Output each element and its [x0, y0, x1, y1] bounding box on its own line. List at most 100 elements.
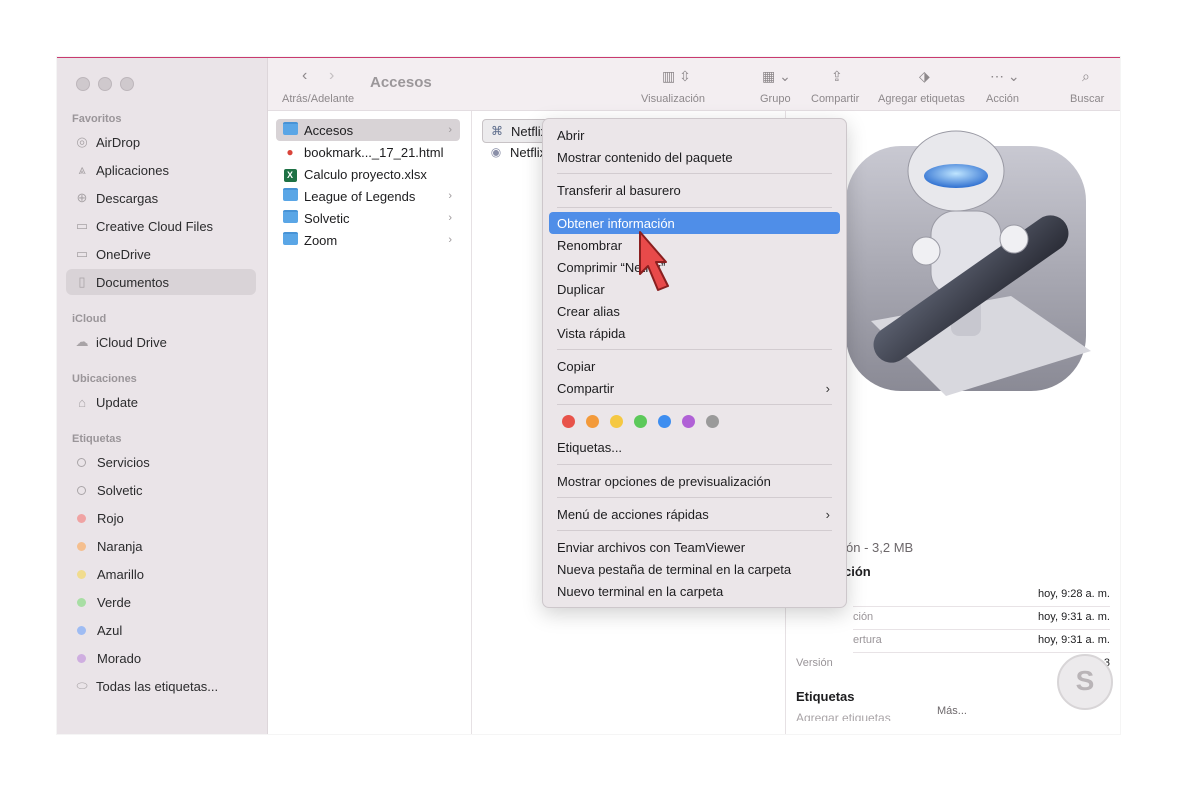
list-item-calculo[interactable]: X Calculo proyecto.xlsx [276, 163, 460, 185]
app-icon: ⌘ [491, 124, 503, 138]
menu-item-open[interactable]: Abrir [549, 124, 840, 146]
share-label: Compartir [811, 93, 860, 105]
menu-item-preview-options[interactable]: Mostrar opciones de previsualización [549, 470, 840, 492]
more-label[interactable]: Más... [937, 705, 967, 717]
sidebar-item-applications[interactable]: ⩓ Aplicaciones [66, 157, 256, 183]
menu-item-label: Compartir [557, 380, 615, 396]
sidebar-item-downloads[interactable]: ⊕ Descargas [66, 185, 256, 211]
chevron-right-icon: › [825, 506, 830, 522]
downloads-icon: ⊕ [76, 190, 88, 205]
sidebar-item-label: Creative Cloud Files [96, 218, 214, 234]
share-icon[interactable]: ⇪ [831, 68, 843, 85]
excel-file-icon: X [282, 167, 298, 182]
sidebar-item-label: Rojo [97, 510, 124, 526]
menu-item-show-package[interactable]: Mostrar contenido del paquete [549, 146, 840, 168]
sidebar-item-icloud-drive[interactable]: ☁ iCloud Drive [66, 329, 256, 355]
chevron-right-icon: › [448, 234, 452, 246]
sidebar: Favoritos ◎ AirDrop ⩓ Aplicaciones ⊕ Des… [57, 58, 268, 734]
window-title: Accesos [370, 74, 432, 91]
menu-separator [557, 404, 832, 405]
meta-divider [853, 629, 1110, 630]
folder-icon: ▭ [75, 218, 89, 233]
menu-item-quick-look[interactable]: Vista rápida [549, 322, 840, 344]
sidebar-item-creative-cloud[interactable]: ▭ Creative Cloud Files [66, 213, 256, 239]
tag-color-red[interactable] [562, 415, 575, 428]
menu-item-quick-actions[interactable]: Menú de acciones rápidas › [549, 503, 840, 525]
sidebar-tag-verde[interactable]: Verde [66, 589, 256, 615]
search-icon[interactable]: ⌕ [1082, 68, 1090, 85]
menu-item-teamviewer[interactable]: Enviar archivos con TeamViewer [549, 536, 840, 558]
menu-item-tags[interactable]: Etiquetas... [549, 436, 840, 458]
sidebar-tag-naranja[interactable]: Naranja [66, 533, 256, 559]
locations-heading: Ubicaciones [72, 373, 137, 385]
meta-value: hoy, 9:28 a. m. [1038, 588, 1110, 600]
folder-icon [282, 232, 298, 248]
meta-divider [853, 606, 1110, 607]
sidebar-tag-amarillo[interactable]: Amarillo [66, 561, 256, 587]
group-icon[interactable]: ▦ ⌄ [762, 68, 791, 85]
meta-key: ción [853, 611, 874, 623]
menu-item-rename[interactable]: Renombrar [549, 234, 840, 256]
tag-color-yellow[interactable] [610, 415, 623, 428]
chevron-right-icon: › [448, 212, 452, 224]
tag-color-blue[interactable] [658, 415, 671, 428]
meta-key: ertura [853, 634, 882, 646]
tag-color-orange[interactable] [586, 415, 599, 428]
applications-icon: ⩓ [78, 162, 86, 177]
back-chevron-icon[interactable]: ‹ [302, 67, 307, 85]
menu-item-share[interactable]: Compartir › [549, 377, 840, 399]
sidebar-tag-rojo[interactable]: Rojo [66, 505, 256, 531]
menu-item-new-terminal-tab[interactable]: Nueva pestaña de terminal en la carpeta [549, 558, 840, 580]
pointer-arrow-icon [639, 231, 669, 291]
item-label: Netflix [510, 144, 547, 160]
menu-separator [557, 464, 832, 465]
sidebar-item-label: AirDrop [96, 134, 141, 150]
add-tags-field[interactable]: Agregar etiquetas [796, 711, 891, 721]
list-item-solvetic[interactable]: Solvetic › [276, 207, 460, 229]
menu-item-copy[interactable]: Copiar [549, 355, 840, 377]
list-item-league[interactable]: League of Legends › [276, 185, 460, 207]
list-item-zoom[interactable]: Zoom › [276, 229, 460, 251]
item-label: Zoom [304, 232, 338, 248]
tag-color-green[interactable] [634, 415, 647, 428]
zoom-window-button[interactable] [120, 77, 134, 91]
close-window-button[interactable] [76, 77, 90, 91]
tag-dot-icon [77, 569, 86, 579]
tag-color-purple[interactable] [682, 415, 695, 428]
sidebar-item-documents[interactable]: ▯ Documentos [66, 269, 256, 295]
tags-heading: Etiquetas [796, 689, 855, 704]
add-tags-label: Agregar etiquetas [878, 93, 965, 105]
sidebar-item-onedrive[interactable]: ▭ OneDrive [66, 241, 256, 267]
action-icon[interactable]: ⋯ ⌄ [990, 68, 1020, 85]
minimize-window-button[interactable] [98, 77, 112, 91]
meta-divider [853, 652, 1110, 653]
list-item-accesos[interactable]: Accesos › [276, 119, 460, 141]
menu-separator [557, 530, 832, 531]
forward-chevron-icon[interactable]: › [329, 67, 334, 85]
menu-item-compress[interactable]: Comprimir “Netflix” [549, 256, 840, 278]
menu-item-new-terminal[interactable]: Nuevo terminal en la carpeta [549, 580, 840, 602]
sidebar-item-airdrop[interactable]: ◎ AirDrop [66, 129, 256, 155]
chevron-right-icon: › [448, 190, 452, 202]
tag-dot-icon [77, 457, 86, 467]
sidebar-tag-solvetic[interactable]: Solvetic [66, 477, 256, 503]
chevron-right-icon: › [448, 124, 452, 136]
menu-item-get-info[interactable]: Obtener información [549, 212, 840, 234]
list-item-bookmark[interactable]: ● bookmark..._17_21.html [276, 141, 460, 163]
sidebar-tag-servicios[interactable]: Servicios [66, 449, 256, 475]
tag-icon[interactable]: ⬗ [919, 68, 930, 85]
item-label: bookmark..._17_21.html [304, 144, 444, 160]
folder-icon: ▭ [75, 246, 89, 261]
disk-icon: ⌂ [78, 394, 86, 410]
tag-dot-icon [77, 541, 86, 551]
chrome-file-icon: ● [286, 145, 294, 159]
sidebar-tag-all[interactable]: ⬭ Todas las etiquetas... [66, 673, 256, 699]
sidebar-item-update[interactable]: ⌂ Update [66, 389, 256, 415]
menu-item-duplicate[interactable]: Duplicar [549, 278, 840, 300]
tag-color-gray[interactable] [706, 415, 719, 428]
sidebar-tag-morado[interactable]: Morado [66, 645, 256, 671]
view-columns-icon[interactable]: ▥ ⇳ [662, 68, 691, 85]
sidebar-tag-azul[interactable]: Azul [66, 617, 256, 643]
menu-item-make-alias[interactable]: Crear alias [549, 300, 840, 322]
menu-item-move-to-trash[interactable]: Transferir al basurero [549, 179, 840, 201]
